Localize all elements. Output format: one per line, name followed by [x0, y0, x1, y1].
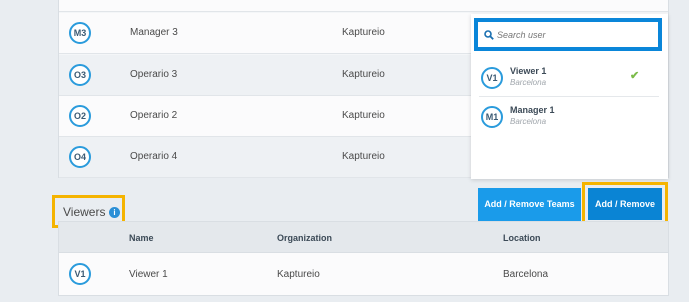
viewer-organization: Kaptureio [277, 269, 320, 280]
section-title: Viewers [63, 205, 106, 219]
highlight-frame: Add / Remove [582, 182, 668, 226]
search-input[interactable] [497, 27, 647, 43]
dropdown-item-name: Viewer 1 [510, 66, 547, 76]
avatar: V1 [481, 67, 503, 89]
user-organization: Kaptureio [342, 110, 385, 121]
avatar: M3 [69, 22, 91, 44]
avatar: O2 [69, 105, 91, 127]
avatar: O3 [69, 64, 91, 86]
dropdown-item-location: Barcelona [510, 117, 547, 126]
column-header-location[interactable]: Location [503, 233, 541, 243]
avatar: M1 [481, 106, 503, 128]
table-row[interactable]: V1 Viewer 1 Kaptureio Barcelona [59, 254, 668, 295]
user-organization: Kaptureio [342, 27, 385, 38]
info-icon[interactable]: i [109, 207, 120, 218]
dropdown-item-manager-1[interactable]: M1 Manager 1 Barcelona [471, 97, 668, 136]
column-header-name[interactable]: Name [129, 233, 154, 243]
viewers-table: Name Organization Location V1 Viewer 1 K… [58, 221, 669, 296]
dropdown-item-location: Barcelona [510, 78, 547, 87]
search-box[interactable] [474, 18, 662, 51]
dropdown-item-name: Manager 1 [510, 105, 555, 115]
user-name: Operario 4 [130, 151, 178, 162]
column-header-organization[interactable]: Organization [277, 233, 332, 243]
user-search-dropdown: V1 Viewer 1 Barcelona ✔ M1 Manager 1 Bar… [471, 14, 668, 179]
table-header: Name Organization Location [59, 222, 668, 253]
user-organization: Kaptureio [342, 151, 385, 162]
dropdown-item-viewer-1[interactable]: V1 Viewer 1 Barcelona ✔ [471, 58, 668, 97]
search-icon [484, 30, 494, 40]
viewer-location: Barcelona [503, 269, 549, 280]
viewer-name: Viewer 1 [129, 269, 168, 280]
user-organization: Kaptureio [342, 69, 385, 80]
avatar: O4 [69, 146, 91, 168]
user-name: Operario 3 [130, 69, 178, 80]
add-remove-button[interactable]: Add / Remove [588, 188, 662, 220]
user-name: Operario 2 [130, 110, 178, 121]
table-row-partial [59, 0, 668, 12]
add-remove-teams-button[interactable]: Add / Remove Teams [478, 188, 581, 221]
avatar: V1 [69, 263, 91, 285]
check-icon: ✔ [630, 70, 640, 82]
user-name: Manager 3 [130, 27, 178, 38]
